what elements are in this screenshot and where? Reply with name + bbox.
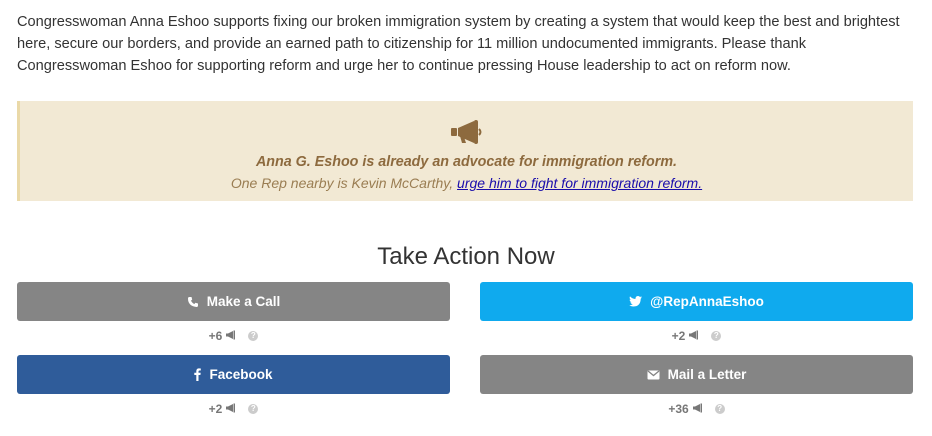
intro-paragraph: Congresswoman Anna Eshoo supports fixing… — [17, 14, 900, 74]
help-icon[interactable]: ? — [714, 404, 725, 414]
advocate-notice: Anna G. Eshoo is already an advocate for… — [17, 101, 913, 201]
nearby-rep-text: One Rep nearby is Kevin McCarthy, urge h… — [20, 175, 913, 191]
help-icon[interactable]: ? — [248, 331, 259, 341]
twitter-count-value: +2 — [671, 329, 686, 343]
envelope-icon — [647, 369, 660, 380]
facebook-button[interactable]: Facebook — [17, 355, 450, 394]
nearby-rep-label: One Rep nearby is Kevin McCarthy, — [230, 175, 454, 191]
twitter-button[interactable]: @RepAnnaEshoo — [480, 282, 913, 321]
mail-a-letter-label: Mail a Letter — [667, 367, 747, 382]
call-count: +6 ? — [17, 329, 450, 343]
facebook-count-value: +2 — [208, 402, 223, 416]
urge-rep-link[interactable]: urge him to fight for immigration reform… — [457, 175, 702, 191]
take-action-title: Take Action Now — [377, 243, 555, 270]
megaphone-small-icon — [688, 329, 700, 343]
mail-count-value: +36 — [668, 402, 689, 416]
advocate-headline: Anna G. Eshoo is already an advocate for… — [255, 154, 678, 170]
megaphone-small-icon — [225, 329, 237, 343]
call-count-value: +6 — [208, 329, 223, 343]
twitter-icon — [629, 296, 643, 307]
help-icon[interactable]: ? — [711, 331, 722, 341]
make-a-call-label: Make a Call — [206, 294, 281, 309]
facebook-icon — [194, 368, 202, 381]
help-icon[interactable]: ? — [248, 404, 259, 414]
twitter-count: +2 ? — [480, 329, 913, 343]
make-a-call-button[interactable]: Make a Call — [17, 282, 450, 321]
mail-a-letter-button[interactable]: Mail a Letter — [480, 355, 913, 394]
phone-icon — [187, 296, 199, 308]
twitter-handle-label: @RepAnnaEshoo — [650, 294, 764, 309]
facebook-label: Facebook — [209, 367, 273, 382]
megaphone-icon — [20, 120, 913, 146]
facebook-count: +2 ? — [17, 402, 450, 416]
megaphone-small-icon — [225, 402, 237, 416]
megaphone-small-icon — [692, 402, 704, 416]
mail-count: +36 ? — [480, 402, 913, 416]
